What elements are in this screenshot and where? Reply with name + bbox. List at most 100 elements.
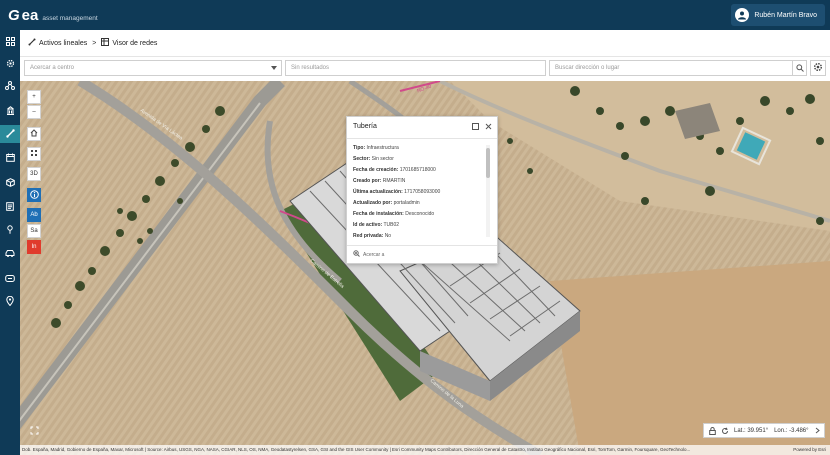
feature-popup: Tubería Tipo: Infraestructura Sector: Si… bbox=[346, 116, 498, 264]
sidebar-item-ids[interactable] bbox=[0, 270, 20, 288]
zoom-to-action[interactable]: Acercar a bbox=[353, 250, 384, 259]
breadcrumb-item-network-viewer[interactable]: Visor de redes bbox=[101, 38, 157, 48]
refresh-icon[interactable] bbox=[721, 427, 729, 435]
app-logo[interactable]: Gea asset management bbox=[8, 7, 98, 24]
attr-row: Fecha de creación: 1701685718000 bbox=[353, 167, 436, 173]
zoom-to-select[interactable]: Acercar a centro bbox=[24, 60, 282, 76]
close-popup-button[interactable] bbox=[484, 122, 492, 130]
address-placeholder: Buscar dirección o lugar bbox=[555, 65, 620, 71]
network-icon bbox=[5, 77, 15, 95]
attr-row: Sector: Sin sector bbox=[353, 156, 394, 162]
attr-label: Fecha de creación: bbox=[353, 167, 399, 173]
latitude-value: Lat.: 39.951° bbox=[734, 427, 769, 434]
user-name: Rubén Martín Bravo bbox=[754, 11, 817, 19]
attr-row: Tipo: Infraestructura bbox=[353, 145, 399, 151]
attr-label: Última actualización: bbox=[353, 189, 403, 195]
chevron-down-icon bbox=[271, 66, 277, 70]
search-icon[interactable] bbox=[792, 61, 806, 75]
grid-icon bbox=[30, 149, 38, 159]
sidebar-item-linear-assets[interactable] bbox=[0, 125, 20, 143]
dock-popup-button[interactable] bbox=[471, 122, 479, 130]
document-icon bbox=[6, 198, 14, 216]
address-search-input[interactable]: Buscar dirección o lugar bbox=[549, 60, 807, 76]
map-settings-button[interactable] bbox=[810, 60, 826, 76]
calendar-icon bbox=[5, 149, 15, 167]
powered-by[interactable]: Powered by Esri bbox=[793, 445, 826, 455]
attr-label: Actualizado por: bbox=[353, 200, 393, 206]
gear-icon bbox=[6, 55, 15, 73]
breadcrumb-label: Visor de redes bbox=[112, 39, 158, 47]
gear-icon bbox=[813, 59, 823, 77]
sidebar-item-dashboard[interactable] bbox=[0, 33, 20, 51]
3d-toggle-button[interactable]: 3D bbox=[27, 167, 41, 181]
attr-value: TUB02 bbox=[383, 222, 400, 228]
logo-subtitle: asset management bbox=[42, 14, 98, 22]
attr-value: No bbox=[384, 233, 392, 239]
attr-row: Última actualización: 1717058093000 bbox=[353, 189, 440, 195]
sa-button[interactable]: Sa bbox=[27, 224, 41, 238]
attr-label: Tipo: bbox=[353, 145, 366, 151]
close-icon bbox=[485, 117, 492, 135]
logo-mark: G bbox=[8, 6, 20, 24]
attr-value: Sin sector bbox=[371, 156, 394, 162]
in-button[interactable]: In bbox=[27, 240, 41, 254]
ab-button[interactable]: Ab bbox=[27, 208, 41, 222]
top-bar: Gea asset management Rubén Martín Bravo bbox=[0, 0, 830, 30]
attr-row: Creado por: RMARTIN bbox=[353, 178, 405, 184]
results-placeholder: Sin resultados bbox=[291, 65, 330, 71]
user-menu-button[interactable]: Rubén Martín Bravo bbox=[731, 4, 825, 26]
home-button[interactable] bbox=[27, 127, 41, 141]
sidebar-item-pin[interactable] bbox=[0, 221, 20, 239]
location-icon bbox=[6, 293, 14, 311]
attr-value: portaladmin bbox=[393, 200, 420, 206]
sidebar-item-buildings[interactable] bbox=[0, 102, 20, 120]
attr-label: Red privada: bbox=[353, 233, 384, 239]
breadcrumb-item-linear-assets[interactable]: Activos lineales bbox=[28, 38, 87, 48]
sidebar-item-network[interactable] bbox=[0, 77, 20, 95]
attr-value: RMARTIN bbox=[382, 178, 406, 184]
attr-label: Creado por: bbox=[353, 178, 382, 184]
map-attribution: Dob. España, Madrid, Gobierno de España,… bbox=[20, 445, 830, 455]
chevron-right-icon[interactable] bbox=[815, 427, 820, 434]
vehicle-icon bbox=[5, 245, 15, 263]
zoom-in-icon bbox=[353, 250, 360, 259]
attr-value: 1717058093000 bbox=[404, 189, 441, 195]
sidebar-item-vehicles[interactable] bbox=[0, 245, 20, 263]
sidebar-item-locations[interactable] bbox=[0, 293, 20, 311]
fullscreen-button[interactable] bbox=[27, 424, 41, 438]
breadcrumb: Activos lineales > Visor de redes bbox=[20, 30, 830, 57]
attr-label: Fecha de instalación: bbox=[353, 211, 404, 217]
attr-label: Id de activo: bbox=[353, 222, 383, 228]
app-root: Gea asset management Rubén Martín Bravo bbox=[0, 0, 830, 455]
line-asset-icon bbox=[28, 38, 36, 48]
sidebar-item-settings[interactable] bbox=[0, 55, 20, 73]
user-avatar-icon bbox=[735, 8, 750, 22]
home-icon bbox=[30, 129, 38, 139]
zoom-to-label: Acercar a bbox=[363, 251, 385, 258]
popup-title: Tubería bbox=[353, 123, 377, 130]
lock-icon[interactable] bbox=[709, 426, 716, 435]
popup-scrollbar-thumb[interactable] bbox=[486, 148, 490, 178]
zoom-out-button[interactable]: – bbox=[27, 105, 41, 119]
longitude-value: Lon.: -3.486° bbox=[774, 427, 809, 434]
attribution-text: Dob. España, Madrid, Gobierno de España,… bbox=[22, 447, 691, 452]
expand-icon bbox=[30, 422, 39, 440]
dock-icon bbox=[471, 117, 479, 135]
info-button[interactable] bbox=[27, 188, 41, 202]
sidebar-item-documents[interactable] bbox=[0, 198, 20, 216]
logo-name: ea bbox=[21, 6, 39, 24]
pin-icon bbox=[6, 221, 14, 239]
sidebar-item-inventory[interactable] bbox=[0, 174, 20, 192]
attr-value: 1701685718000 bbox=[399, 167, 436, 173]
zoom-in-button[interactable]: + bbox=[27, 90, 41, 104]
pipe-line-icon bbox=[5, 125, 15, 143]
attr-value: Desconocido bbox=[405, 211, 435, 217]
attr-row: Id de activo: TUB02 bbox=[353, 222, 399, 228]
results-field[interactable]: Sin resultados bbox=[285, 60, 546, 76]
building-icon bbox=[6, 102, 15, 120]
basemap-gallery-button[interactable] bbox=[27, 147, 41, 161]
id-card-icon bbox=[5, 270, 15, 288]
coordinate-readout: Lat.: 39.951° Lon.: -3.486° bbox=[703, 423, 825, 438]
dashboard-icon bbox=[5, 33, 15, 51]
sidebar-item-calendar[interactable] bbox=[0, 149, 20, 167]
